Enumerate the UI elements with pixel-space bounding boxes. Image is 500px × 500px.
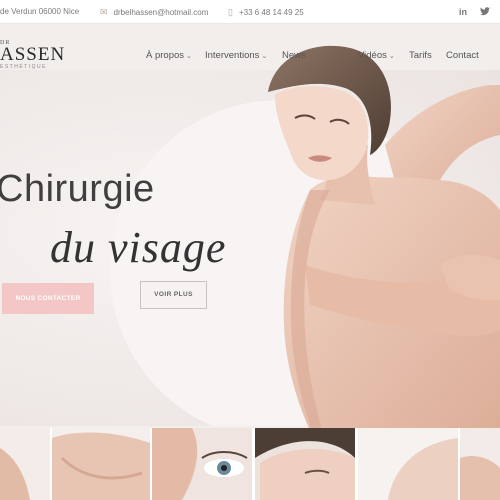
logo[interactable]: ASSEN <box>0 44 65 66</box>
nav-item-tarifs[interactable]: Tarifs <box>409 50 432 61</box>
thumbnail-image[interactable] <box>152 428 252 500</box>
twitter-icon[interactable] <box>480 7 490 18</box>
logo-tagline: ESTHÉTIQUE <box>0 64 47 70</box>
email-text: drbelhassen@hotmail.com <box>113 8 209 17</box>
nav-item-a-propos[interactable]: À propos ⌄ <box>146 50 192 61</box>
nav-item-videos[interactable]: Vidéos ⌄ <box>358 50 395 61</box>
phone-icon: ▯ <box>228 7 233 17</box>
hero-model-image <box>268 45 500 430</box>
top-bar: de Verdun 06000 Nice ✉ drbelhassen@hotmai… <box>0 0 500 24</box>
linkedin-icon[interactable]: in <box>459 7 467 17</box>
thumbnail-strip <box>0 428 500 500</box>
see-more-button[interactable]: VOIR PLUS <box>140 281 207 309</box>
phone-text: +33 6 48 14 49 25 <box>238 8 304 17</box>
thumbnail-image[interactable] <box>52 428 150 500</box>
thumbnail-image[interactable] <box>0 428 50 500</box>
chevron-down-icon: ⌄ <box>388 53 395 60</box>
address-text: de Verdun 06000 Nice <box>0 7 80 16</box>
thumbnail-image[interactable] <box>460 428 500 500</box>
chevron-down-icon: ⌄ <box>261 53 268 60</box>
chevron-down-icon: ⌄ <box>186 53 192 60</box>
thumbnail-image[interactable] <box>255 428 355 500</box>
nav-item-interventions[interactable]: Interventions ⌄ <box>205 50 267 61</box>
thumbnail-image[interactable] <box>358 428 458 500</box>
nav-item-news[interactable]: News <box>282 50 306 61</box>
hero-title-line2: du visage <box>50 223 227 272</box>
email-link[interactable]: ✉ drbelhassen@hotmail.com <box>100 7 208 18</box>
hero-title-line1: Chirurgie <box>0 168 155 210</box>
contact-button[interactable]: NOUS CONTACTER <box>2 283 94 314</box>
nav-item-contact[interactable]: Contact <box>446 50 479 61</box>
envelope-icon: ✉ <box>100 7 108 17</box>
phone-link[interactable]: ▯ +33 6 48 14 49 25 <box>228 7 304 18</box>
